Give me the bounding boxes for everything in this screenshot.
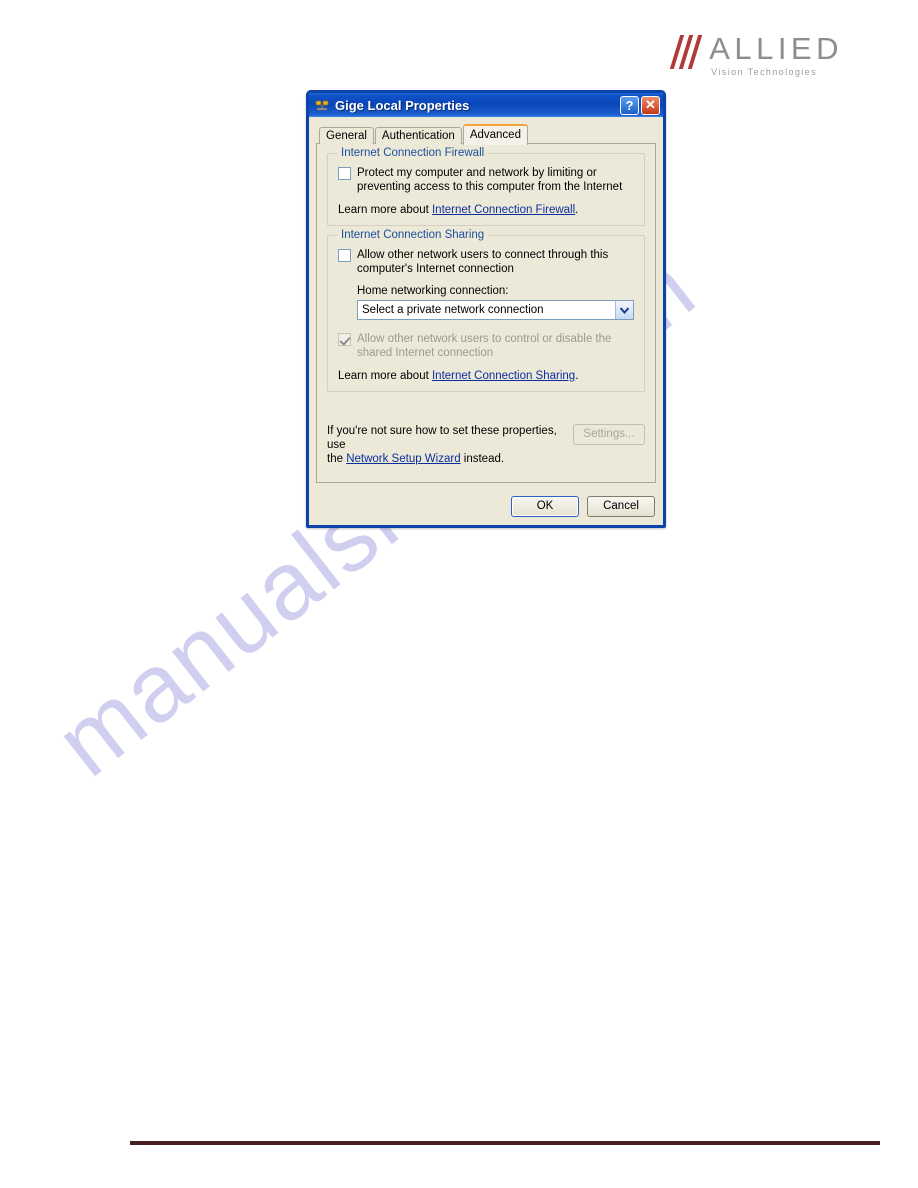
sharing-allow-connect-checkbox[interactable] [338,249,351,262]
hint-line-2-suffix: instead. [460,453,505,465]
hint-text: If you're not sure how to set these prop… [327,424,573,466]
logo-tagline: Vision Technologies [711,67,817,77]
dialog-title: Gige Local Properties [335,97,470,113]
network-connection-icon [314,97,330,113]
hint-line-2-prefix: the [327,453,347,465]
sharing-group-title: Internet Connection Sharing [337,229,489,241]
tab-strip: General Authentication Advanced [316,123,656,145]
logo-slashes-icon [669,35,703,69]
sharing-learn-more-suffix: . [575,370,579,382]
cancel-button[interactable]: Cancel [587,496,655,517]
sharing-learn-more-prefix: Learn more about [338,370,432,382]
sharing-group: Internet Connection Sharing Allow other … [327,229,645,392]
firewall-protect-checkbox[interactable] [338,167,351,180]
footer-rule [130,1141,880,1145]
firewall-protect-label: Protect my computer and network by limit… [357,167,623,193]
tab-page-advanced: Internet Connection Firewall Protect my … [316,143,656,483]
home-networking-select[interactable]: Select a private network connection [357,300,634,320]
sharing-learn-more-link[interactable]: Internet Connection Sharing [432,370,575,382]
sharing-allow-connect-label: Allow other network users to connect thr… [357,249,609,275]
logo-text: ALLIED Vision Technologies [709,33,843,77]
close-button[interactable]: ✕ [641,95,660,115]
home-networking-label: Home networking connection: [357,285,509,297]
settings-button[interactable]: Settings... [573,424,645,445]
home-networking-value: Select a private network connection [362,304,544,316]
logo-name: ALLIED [709,31,843,66]
sharing-allow-control-checkbox [338,333,351,346]
sharing-allow-connect-row[interactable]: Allow other network users to connect thr… [338,248,634,276]
network-setup-wizard-link[interactable]: Network Setup Wizard [346,453,460,465]
ok-button[interactable]: OK [511,496,579,517]
firewall-group: Internet Connection Firewall Protect my … [327,147,645,226]
sharing-allow-control-row: Allow other network users to control or … [338,332,634,360]
dialog-titlebar[interactable]: Gige Local Properties ? ✕ [309,93,663,117]
chevron-down-icon[interactable] [615,301,633,319]
allied-vision-logo: ALLIED Vision Technologies [669,33,843,77]
firewall-learn-more-link[interactable]: Internet Connection Firewall [432,204,575,216]
firewall-protect-row[interactable]: Protect my computer and network by limit… [338,166,634,194]
hint-area: If you're not sure how to set these prop… [327,424,645,466]
properties-dialog: Gige Local Properties ? ✕ General Authen… [306,90,666,528]
sharing-learn-more: Learn more about Internet Connection Sha… [338,370,634,382]
dialog-body: General Authentication Advanced Internet… [309,117,663,525]
tab-general[interactable]: General [319,127,374,144]
firewall-learn-more-prefix: Learn more about [338,204,432,216]
help-button[interactable]: ? [620,95,639,115]
firewall-learn-more: Learn more about Internet Connection Fir… [338,204,634,216]
hint-line-1: If you're not sure how to set these prop… [327,425,557,451]
firewall-group-title: Internet Connection Firewall [337,147,489,159]
tab-advanced[interactable]: Advanced [462,124,528,145]
dialog-footer-buttons: OK Cancel [511,496,655,517]
sharing-allow-control-label: Allow other network users to control or … [357,333,612,359]
firewall-learn-more-suffix: . [575,204,579,216]
tab-authentication[interactable]: Authentication [374,127,462,144]
